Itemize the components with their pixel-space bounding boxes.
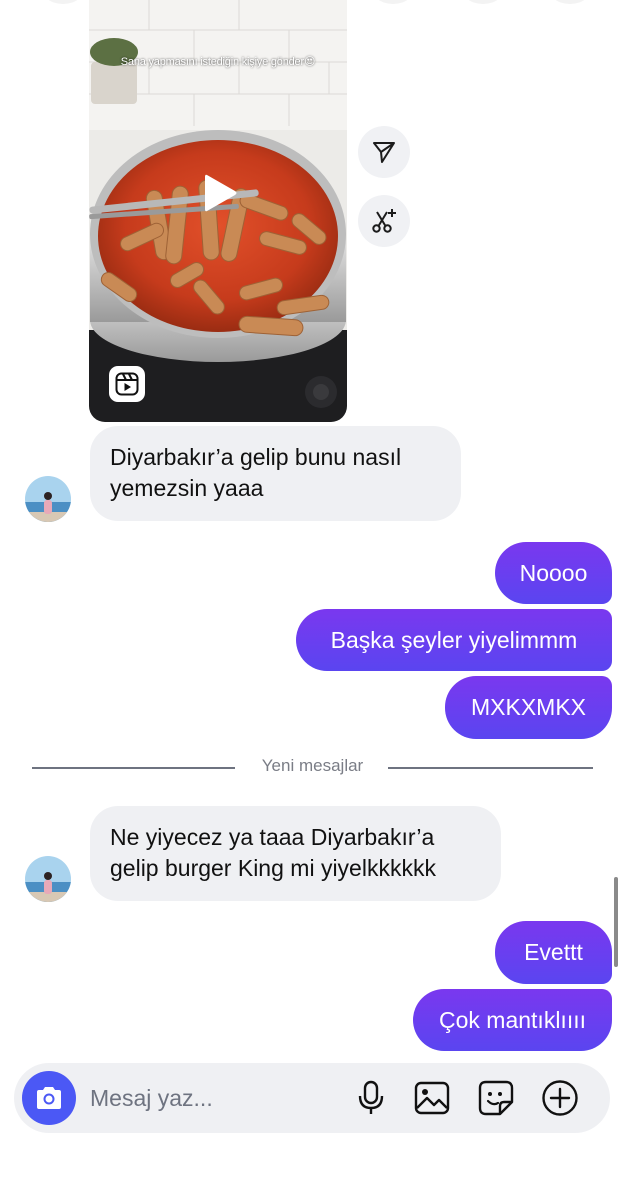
reels-icon [109,366,145,402]
outgoing-message[interactable]: MXKXMKX [445,676,612,739]
message-composer [14,1063,610,1133]
message-line: gelip burger King mi yiyelkkkkkk [110,855,436,881]
divider-label: Yeni mesajlar [261,756,364,775]
header-element-partial [38,0,88,4]
divider-line [388,767,593,769]
message-input[interactable] [90,1077,340,1119]
reel-caption: Sana yapmasını istediğin kişiye gönder😍 [120,56,316,68]
message-line: Diyarbakır’a gelip bunu nasıl [110,444,402,470]
message-text: Noooo [519,559,588,586]
remix-icon [372,209,396,233]
new-messages-divider: Yeni mesajlar [32,756,593,780]
scrollbar[interactable] [614,877,618,967]
message-line: yemezsin yaaa [110,475,264,501]
header-element-partial [368,0,418,4]
shared-reel[interactable]: Sana yapmasını istediğin kişiye gönder😍 [89,0,347,422]
outgoing-message[interactable]: Evettt [495,921,612,984]
outgoing-message[interactable]: Noooo [495,542,612,604]
send-icon [373,142,395,163]
outgoing-message[interactable]: Başka şeyler yiyelimmm [296,609,612,671]
remix-button[interactable] [358,195,410,247]
sticker-icon[interactable] [476,1078,516,1118]
incoming-message[interactable]: Ne yiyecez ya taaa Diyarbakır’a gelip bu… [90,806,501,901]
header-element-partial [458,0,508,4]
microphone-icon[interactable] [351,1078,391,1118]
message-text: Çok mantıklıııı [439,1006,586,1033]
outgoing-message[interactable]: Çok mantıklıııı [413,989,612,1051]
camera-button[interactable] [22,1071,76,1125]
chat-screen: Sana yapmasını istediğin kişiye gönder😍 [0,0,625,1200]
message-text: Başka şeyler yiyelimmm [330,626,578,653]
play-icon[interactable] [195,169,243,217]
camera-icon [37,1087,61,1109]
share-button[interactable] [358,126,410,178]
header-element-partial [545,0,595,4]
avatar[interactable] [25,476,71,522]
incoming-message[interactable]: Diyarbakır’a gelip bunu nasıl yemezsin y… [90,426,461,521]
message-text: MXKXMKX [470,694,587,720]
message-text: Evettt [524,939,583,965]
gallery-icon[interactable] [412,1078,452,1118]
plus-icon[interactable] [540,1078,580,1118]
message-line: Ne yiyecez ya taaa Diyarbakır’a [110,824,435,850]
avatar[interactable] [25,856,71,902]
